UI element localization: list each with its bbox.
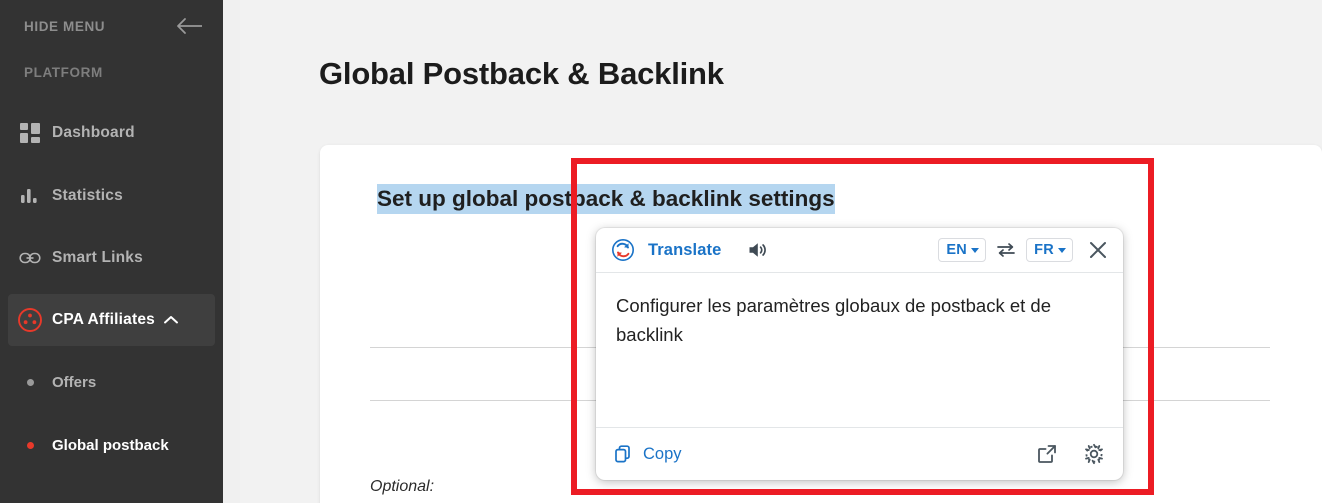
speaker-volume-icon[interactable]: [721, 238, 770, 262]
translate-popup-footer: Copy: [596, 427, 1123, 480]
sidebar-item-dashboard[interactable]: Dashboard: [8, 107, 215, 159]
sidebar-item-cpa-affiliates[interactable]: CPA Affiliates: [8, 294, 215, 346]
translate-popup-body: Configurer les paramètres globaux de pos…: [596, 273, 1123, 427]
sidebar-item-smart-links[interactable]: Smart Links: [8, 232, 215, 284]
optional-label: Optional:: [370, 478, 435, 495]
sidebar: HIDE MENU PLATFORM Dashboard Statistics …: [0, 0, 223, 503]
target-language-dropdown[interactable]: FR: [1026, 238, 1073, 262]
sidebar-item-label: CPA Affiliates: [52, 311, 155, 328]
sidebar-item-label: Smart Links: [52, 249, 143, 266]
arrow-left-icon: [175, 15, 205, 37]
translate-circular-arrows-icon: [611, 238, 635, 262]
dashboard-grid-icon: [8, 123, 52, 143]
card-heading: Set up global postback & backlink settin…: [377, 184, 835, 215]
translate-popup-header-controls: EN FR: [938, 238, 1109, 262]
affiliates-circle-icon: [8, 307, 52, 333]
swap-arrows-icon[interactable]: [986, 239, 1026, 261]
chevron-up-icon: [155, 314, 179, 326]
sidebar-item-offers[interactable]: Offers: [8, 360, 215, 404]
bar-chart-icon: [8, 186, 52, 206]
sidebar-item-statistics[interactable]: Statistics: [8, 170, 215, 222]
translate-popup-header: Translate EN FR: [596, 228, 1123, 273]
sidebar-section-label: PLATFORM: [24, 65, 103, 80]
translation-text: Configurer les paramètres globaux de pos…: [616, 295, 1052, 346]
app-root: HIDE MENU PLATFORM Dashboard Statistics …: [0, 0, 1322, 503]
main-content: Global Postback & Backlink Set up global…: [240, 0, 1322, 503]
bullet-icon: [8, 441, 52, 449]
source-language-code: EN: [946, 242, 968, 258]
bullet-icon: [8, 378, 52, 386]
chain-link-icon: [8, 247, 52, 269]
gear-icon[interactable]: [1083, 443, 1105, 465]
sidebar-item-label: Dashboard: [52, 124, 135, 141]
target-language-code: FR: [1034, 242, 1054, 258]
page-title: Global Postback & Backlink: [319, 56, 724, 91]
chevron-down-icon: [971, 247, 980, 253]
sidebar-item-label: Statistics: [52, 187, 123, 204]
translate-popup-footer-actions: [1036, 443, 1105, 465]
hide-menu-button[interactable]: HIDE MENU: [0, 12, 223, 40]
hide-menu-label: HIDE MENU: [24, 18, 106, 34]
sidebar-scrollbar-track[interactable]: [223, 0, 463, 503]
copy-button[interactable]: Copy: [613, 444, 682, 464]
copy-pages-icon: [613, 444, 633, 464]
translate-popup: Translate EN FR Configurer les paramètre…: [596, 228, 1123, 480]
close-x-icon[interactable]: [1073, 239, 1109, 261]
translate-popup-title: Translate: [648, 240, 722, 259]
sidebar-item-global-postback[interactable]: Global postback: [8, 423, 215, 467]
sidebar-item-label: Global postback: [52, 436, 169, 454]
copy-button-label: Copy: [643, 444, 682, 463]
chevron-down-icon: [1058, 247, 1066, 253]
sidebar-item-label: Offers: [52, 373, 97, 391]
open-external-link-icon[interactable]: [1036, 443, 1058, 465]
source-language-dropdown[interactable]: EN: [938, 238, 987, 262]
